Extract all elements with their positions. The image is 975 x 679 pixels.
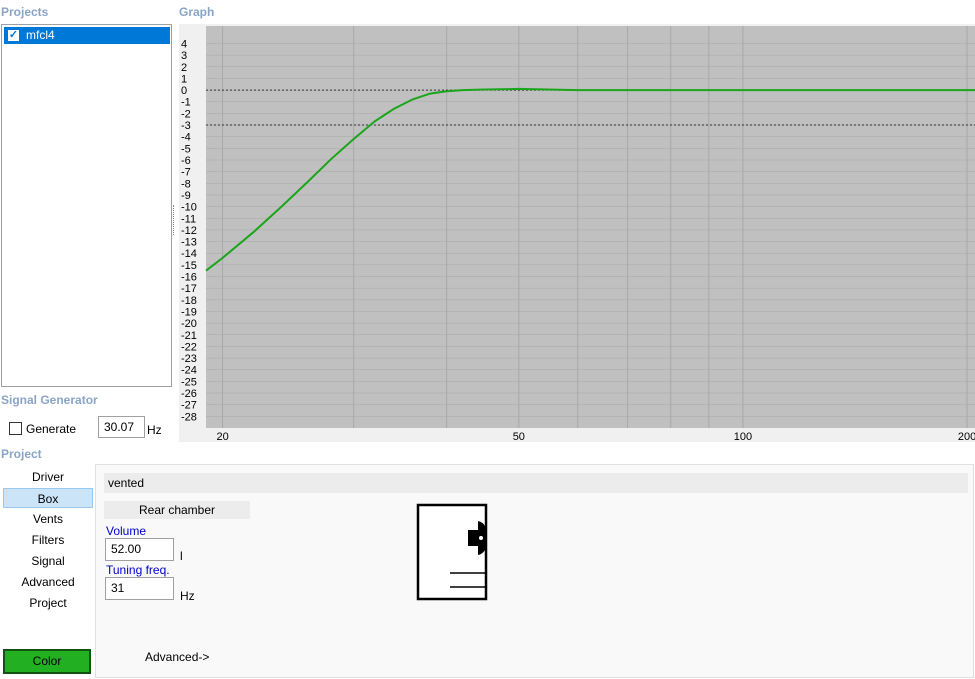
signal-generator-header: Signal Generator — [1, 393, 98, 407]
y-tick-label: -4 — [181, 132, 191, 144]
splitter-handle[interactable] — [173, 205, 175, 235]
x-tick-label: 200 — [958, 431, 975, 442]
y-tick-label: -5 — [181, 143, 191, 155]
nav-item-signal[interactable]: Signal — [3, 551, 93, 571]
y-tick-label: -9 — [181, 190, 191, 202]
y-tick-label: -12 — [181, 225, 197, 237]
box-type-field[interactable]: vented — [104, 473, 968, 493]
x-tick-label: 20 — [216, 431, 228, 442]
tuning-freq-label: Tuning freq. — [106, 563, 170, 577]
y-tick-label: -13 — [181, 237, 197, 249]
y-tick-label: -27 — [181, 400, 197, 412]
projects-list[interactable]: ✓ mfcl4 — [1, 24, 172, 387]
graph-panel: 4 3 2 1 0 -1 -2 -3 -4 -5 -6 -7 -8 -9 -10 -11 -12 -13 -14 -1… — [179, 24, 975, 442]
y-tick-label: -22 — [181, 341, 197, 353]
y-tick-label: -17 — [181, 283, 197, 295]
y-tick-label: -20 — [181, 318, 197, 330]
y-tick-label: -24 — [181, 365, 197, 377]
rear-chamber-label: Rear chamber — [104, 501, 250, 519]
project-checkbox[interactable]: ✓ — [7, 29, 20, 42]
nav-item-driver[interactable]: Driver — [3, 467, 93, 487]
y-tick-label: -21 — [181, 330, 197, 342]
project-nav: Driver Box Vents Filters Signal Advanced Proje… — [0, 465, 96, 679]
volume-label: Volume — [106, 524, 147, 538]
y-tick-label: -2 — [181, 108, 191, 120]
y-tick-label: -26 — [181, 388, 197, 400]
nav-item-project[interactable]: Project — [3, 593, 93, 613]
y-tick-label: 1 — [181, 73, 187, 85]
advanced-link[interactable]: Advanced-> — [145, 650, 209, 664]
y-tick-label: -14 — [181, 248, 197, 260]
y-tick-label: -7 — [181, 167, 191, 179]
y-tick-label: -28 — [181, 411, 197, 423]
project-header: Project — [1, 447, 42, 461]
project-name: mfcl4 — [26, 28, 55, 42]
y-tick-label: -19 — [181, 306, 197, 318]
tuning-freq-input[interactable]: 31 — [105, 577, 174, 600]
frequency-response-chart: 43210-1-2-3-4-5-6-7-8-9-10-11-12-13-14-1… — [181, 26, 975, 442]
y-tick-label: -23 — [181, 353, 197, 365]
plot-area — [206, 26, 975, 428]
generate-checkbox[interactable] — [9, 422, 22, 435]
y-tick-label: -3 — [181, 120, 191, 132]
y-tick-label: -8 — [181, 178, 191, 190]
project-item[interactable]: ✓ mfcl4 — [4, 27, 170, 44]
nav-item-vents[interactable]: Vents — [3, 509, 93, 529]
vented-box-diagram — [416, 503, 488, 601]
y-tick-label: 0 — [181, 85, 187, 97]
y-tick-label: 4 — [181, 38, 187, 50]
nav-item-box[interactable]: Box — [3, 488, 93, 508]
speaker-magnet-icon — [468, 530, 478, 546]
y-tick-label: -15 — [181, 260, 197, 272]
nav-item-filters[interactable]: Filters — [3, 530, 93, 550]
box-panel: vented Rear chamber Volume 52.00 l Tunin… — [95, 464, 974, 678]
signal-frequency-input[interactable]: 30.07 — [98, 416, 145, 438]
y-tick-label: -6 — [181, 155, 191, 167]
projects-header: Projects — [1, 5, 49, 19]
graph-header: Graph — [179, 5, 215, 19]
y-tick-label: -16 — [181, 272, 197, 284]
y-tick-label: 2 — [181, 62, 187, 74]
volume-unit: l — [180, 549, 183, 563]
y-tick-label: -18 — [181, 295, 197, 307]
nav-item-advanced[interactable]: Advanced — [3, 572, 93, 592]
y-tick-label: 3 — [181, 50, 187, 62]
color-button[interactable]: Color — [3, 649, 91, 674]
y-tick-label: -10 — [181, 202, 197, 214]
y-tick-label: -11 — [181, 213, 196, 225]
tuning-freq-unit: Hz — [180, 589, 195, 603]
x-tick-label: 100 — [734, 431, 752, 442]
generate-label: Generate — [26, 422, 77, 436]
signal-frequency-unit: Hz — [147, 423, 162, 437]
x-tick-label: 50 — [513, 431, 525, 442]
y-tick-label: -1 — [181, 97, 191, 109]
volume-input[interactable]: 52.00 — [105, 538, 174, 561]
y-tick-label: -25 — [181, 376, 197, 388]
